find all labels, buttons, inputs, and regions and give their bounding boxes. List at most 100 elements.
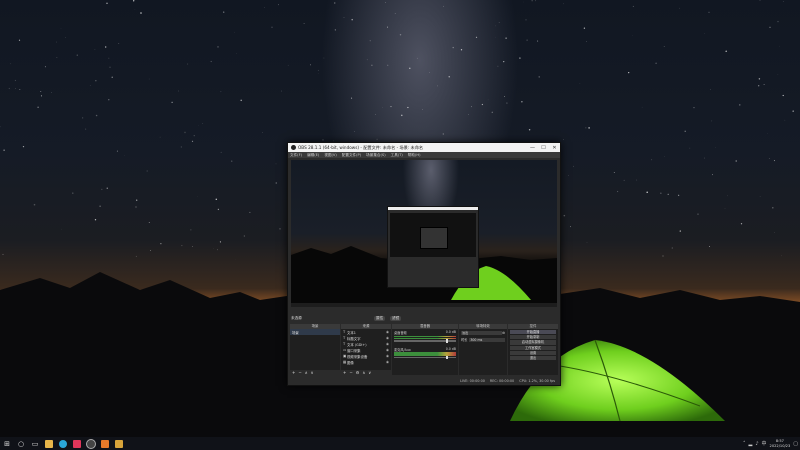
remove-icon[interactable]: −	[298, 370, 301, 375]
file-explorer-icon[interactable]	[42, 437, 56, 450]
menu-view[interactable]: 视图(V)	[324, 153, 336, 158]
transition-type-row: 淡出 ⚙	[461, 331, 505, 335]
nested-obs-preview	[387, 206, 479, 288]
language-icon[interactable]: 中	[762, 440, 767, 447]
eye-icon[interactable]: ◉	[386, 348, 389, 352]
transitions-dock-title: 转场特效	[459, 324, 507, 329]
source-item[interactable]: T 文本 (GDI+) ◉	[341, 341, 391, 347]
menu-tools[interactable]: 工具(T)	[391, 153, 403, 158]
transition-duration-row: 时长 300 ms	[461, 337, 505, 342]
source-item[interactable]: T 文本1 ◉	[341, 329, 391, 335]
obs-logo-icon	[291, 145, 296, 150]
nested-inner-window	[420, 227, 448, 249]
menu-help[interactable]: 帮助(H)	[408, 153, 421, 158]
minimize-button[interactable]: —	[527, 145, 538, 151]
close-button[interactable]: ✕	[549, 145, 560, 151]
source-item[interactable]: ▭ 窗口采集 ◉	[341, 347, 391, 353]
gear-icon[interactable]: ⚙	[502, 331, 505, 335]
app-orange-icon[interactable]	[98, 437, 112, 450]
scenes-dock: 场景 场景 + − ∧ ∨	[290, 324, 340, 375]
volume-slider[interactable]	[394, 339, 456, 343]
mixer-track: 桌面音频 0.0 dB	[394, 330, 456, 343]
virtual-camera-button[interactable]: 启动虚拟摄像机	[510, 340, 556, 345]
track-level: 0.0 dB	[445, 330, 456, 334]
preview-canvas[interactable]	[291, 160, 557, 307]
sources-dock: 来源 T 文本1 ◉ T 标题文字 ◉ T 文本 (GDI+) ◉ ▭ 窗口采集…	[341, 324, 391, 375]
track-level: 0.0 dB	[445, 346, 456, 351]
title-bar[interactable]: OBS 28.1.1 (64-bit, windows) - 配置文件: 未命名…	[288, 143, 560, 152]
eye-icon[interactable]: ◉	[386, 336, 389, 340]
volume-icon[interactable]: ♪	[755, 441, 758, 447]
controls-dock: 控件 开始直播 开始录制 启动虚拟摄像机 工作室模式 设置 退出	[508, 324, 558, 375]
obs-taskbar-icon[interactable]	[84, 437, 98, 450]
status-bar: LIVE: 00:00:00 REC: 00:00:00 CPU: 1.2%, …	[288, 377, 560, 385]
menu-edit[interactable]: 编辑(E)	[307, 153, 319, 158]
network-icon[interactable]: ▂	[748, 441, 752, 447]
menu-profile[interactable]: 配置文件(P)	[342, 153, 361, 158]
up-icon[interactable]: ∧	[362, 370, 365, 375]
gear-icon[interactable]: ⚙	[356, 370, 360, 375]
mixer-dock-title: 混音器	[392, 324, 458, 329]
start-streaming-button[interactable]: 开始直播	[510, 330, 556, 335]
nested-preview-canvas	[390, 213, 476, 257]
scenes-toolbar: + − ∧ ∨	[290, 370, 340, 375]
system-tray: ˄ ▂ ♪ 中 8:57 2022/10/23 ▢	[743, 437, 798, 450]
search-icon[interactable]: ○	[14, 437, 28, 450]
cpu-fps: CPU: 1.2%, 30.00 fps	[519, 379, 555, 383]
chevron-up-icon[interactable]: ˄	[743, 441, 746, 447]
source-toolbar: 未选源 属性 滤镜	[288, 315, 560, 322]
down-icon[interactable]: ∨	[368, 370, 371, 375]
duration-input[interactable]: 300 ms	[469, 337, 505, 342]
window-title: OBS 28.1.1 (64-bit, windows) - 配置文件: 未命名…	[298, 144, 424, 150]
notification-icon[interactable]: ▢	[793, 441, 798, 447]
slider-handle[interactable]	[446, 355, 448, 359]
mixer-dock: 混音器 桌面音频 0.0 dB 麦克风/Aux 0.0 dB	[392, 324, 458, 375]
transition-select[interactable]: 淡出	[461, 331, 503, 335]
down-icon[interactable]: ∨	[311, 370, 314, 375]
scene-item[interactable]: 场景	[290, 329, 340, 335]
transitions-dock: 转场特效 淡出 ⚙ 时长 300 ms	[459, 324, 507, 375]
start-recording-button[interactable]: 开始录制	[510, 335, 556, 340]
rec-time: REC: 00:00:00	[489, 379, 515, 383]
obs-window: OBS 28.1.1 (64-bit, windows) - 配置文件: 未命名…	[287, 142, 561, 386]
menu-scene-collection[interactable]: 场景集合(S)	[366, 153, 385, 158]
mixer-track: 麦克风/Aux 0.0 dB	[394, 347, 456, 359]
edge-icon[interactable]	[56, 437, 70, 450]
track-name: 桌面音频	[394, 331, 407, 335]
settings-button[interactable]: 设置	[510, 350, 556, 355]
sources-toolbar: + − ⚙ ∧ ∨	[341, 370, 391, 375]
source-item[interactable]: T 标题文字 ◉	[341, 335, 391, 341]
up-icon[interactable]: ∧	[305, 370, 308, 375]
studio-mode-button[interactable]: 工作室模式	[510, 345, 556, 350]
no-source-label: 未选源	[291, 316, 302, 320]
taskbar: ⊞ ○ ▭ ˄ ▂ ♪ 中 8:57 2022/10/23 ▢	[0, 437, 800, 450]
eye-icon[interactable]: ◉	[386, 354, 389, 358]
clock[interactable]: 8:57 2022/10/23	[770, 439, 791, 447]
slider-handle[interactable]	[446, 339, 448, 343]
properties-button[interactable]: 属性	[374, 315, 386, 321]
volume-slider[interactable]	[394, 355, 456, 359]
eye-icon[interactable]: ◉	[386, 360, 389, 364]
nested-title-bar	[388, 207, 478, 210]
dock-area: 场景 场景 + − ∧ ∨ 来源 T 文本1 ◉ T 标题文字 ◉ T 文本 (…	[290, 324, 558, 375]
menu-file[interactable]: 文件(F)	[290, 153, 302, 158]
exit-button[interactable]: 退出	[510, 355, 556, 361]
clock-date: 2022/10/23	[769, 443, 791, 448]
track-name: 麦克风/Aux	[394, 347, 411, 352]
source-item[interactable]: ▣ 视频采集设备 ◉	[341, 353, 391, 359]
eye-icon[interactable]: ◉	[386, 342, 389, 346]
task-view-icon[interactable]: ▭	[28, 437, 42, 450]
remove-icon[interactable]: −	[349, 370, 352, 375]
app-red-icon[interactable]	[70, 437, 84, 450]
eye-icon[interactable]: ◉	[386, 330, 389, 334]
app-yellow-icon[interactable]	[112, 437, 126, 450]
add-icon[interactable]: +	[292, 370, 295, 375]
live-time: LIVE: 00:00:00	[460, 379, 485, 383]
add-icon[interactable]: +	[343, 370, 346, 375]
maximize-button[interactable]: ☐	[538, 145, 549, 151]
preview-bottom-strip	[291, 303, 557, 307]
windows-start-icon[interactable]: ⊞	[0, 437, 14, 450]
filters-button[interactable]: 滤镜	[390, 315, 402, 321]
source-item[interactable]: ▦ 图像 ◉	[341, 359, 391, 365]
menu-bar: 文件(F) 编辑(E) 视图(V) 配置文件(P) 场景集合(S) 工具(T) …	[288, 152, 560, 158]
